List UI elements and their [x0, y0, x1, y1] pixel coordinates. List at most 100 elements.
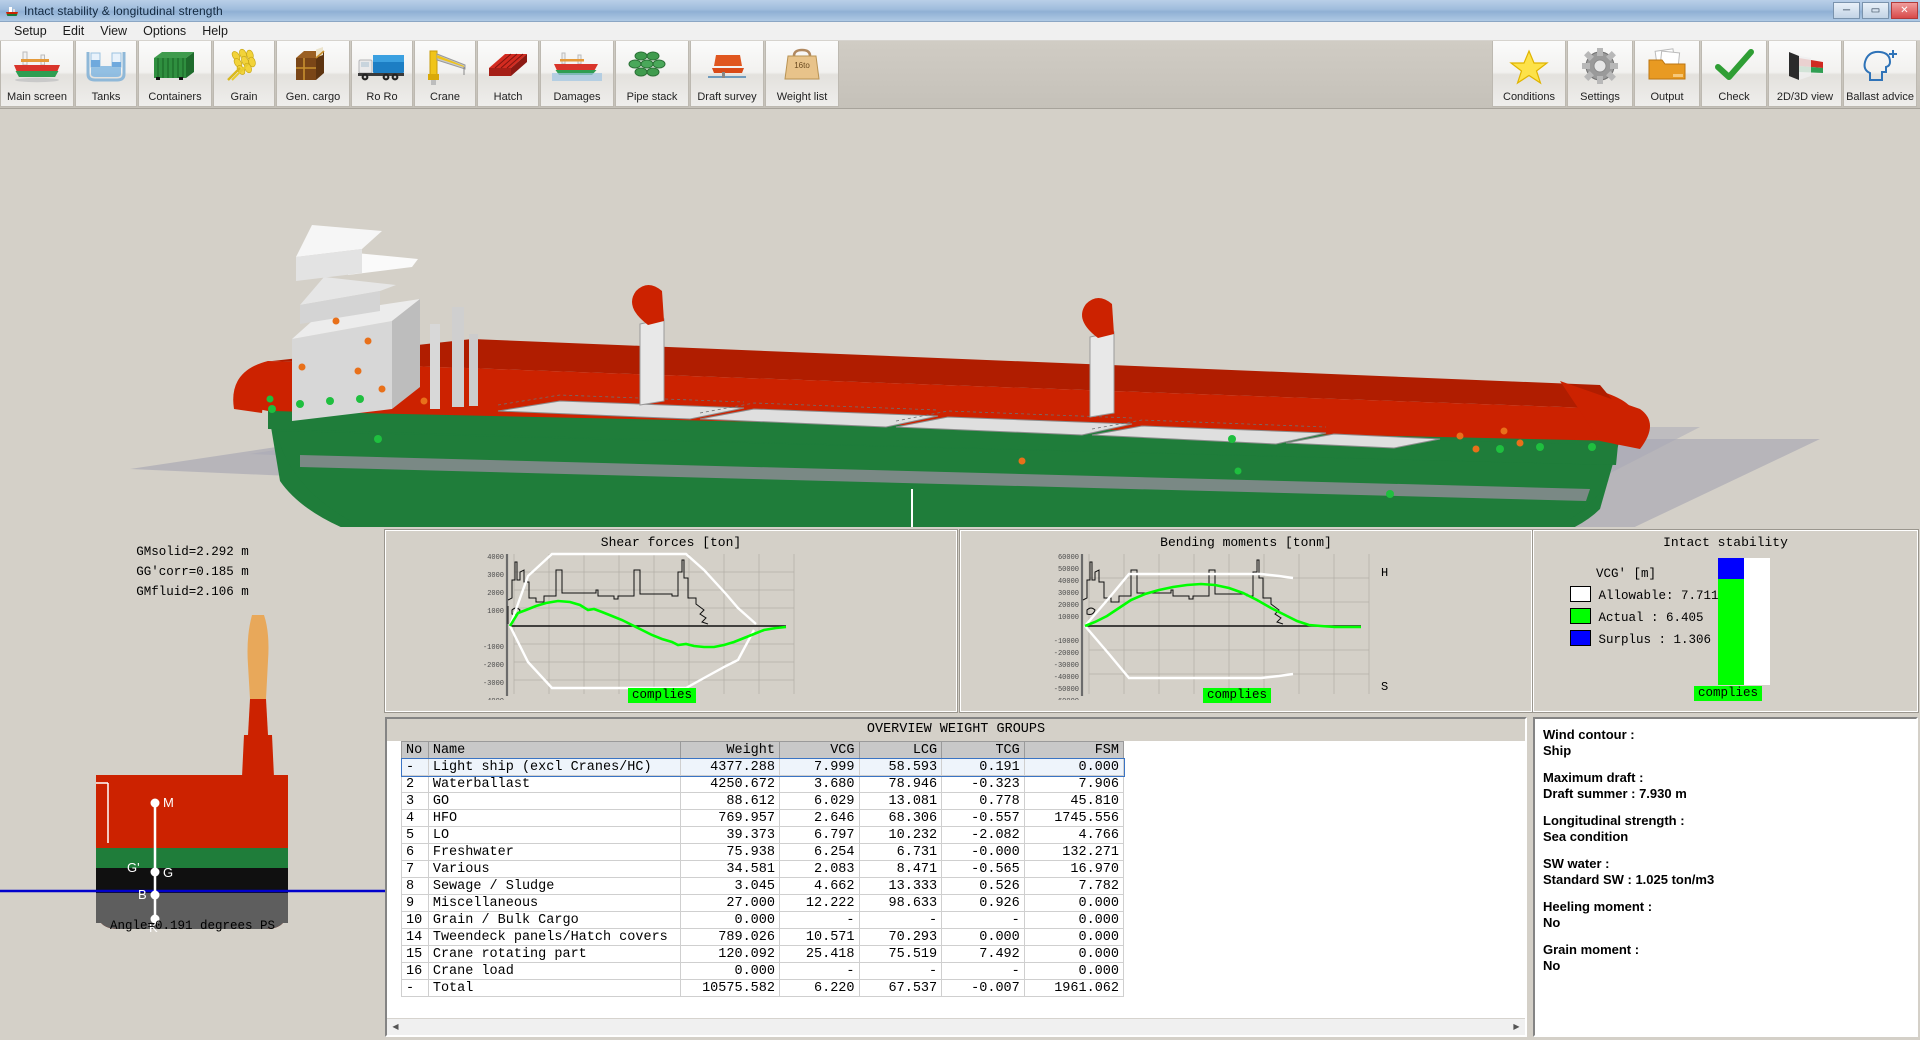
- svg-text:1000: 1000: [487, 608, 504, 616]
- column-header-fsm[interactable]: FSM: [1023, 741, 1125, 759]
- legend-row-allowable: Allowable: 7.711: [1570, 586, 1719, 603]
- table-row[interactable]: 9 Miscellaneous 27.000 12.222 98.633 0.926 0.0…: [401, 894, 1125, 912]
- container-icon: [139, 41, 211, 91]
- ship-3d-view[interactable]: [0, 109, 1920, 527]
- menu-item-view[interactable]: View: [92, 23, 135, 39]
- shear-forces-chart[interactable]: Shear forces [ton] 4000 3000 2000 1000 -…: [384, 529, 958, 713]
- toolbar-button-pipe-stack[interactable]: Pipe stack: [615, 41, 689, 107]
- table-row[interactable]: 8 Sewage / Sludge 3.045 4.662 13.333 0.526 7.7…: [401, 877, 1125, 895]
- table-row[interactable]: 2 Waterballast 4250.672 3.680 78.946 -0.323 7.…: [401, 775, 1125, 793]
- vcg-bar-surplus: [1718, 558, 1744, 579]
- window-controls[interactable]: ─ ▭ ✕: [1833, 2, 1918, 19]
- cell-weight: 88.612: [679, 792, 780, 810]
- svg-text:20000: 20000: [1058, 602, 1079, 610]
- toolbar-button-2d3d-view[interactable]: 2D/3D view: [1768, 41, 1842, 107]
- weight-table-body[interactable]: - Light ship (excl Cranes/HC) 4377.288 7.99…: [400, 757, 1125, 997]
- info-label: SW water :: [1543, 856, 1610, 871]
- cell-lcg: 68.306: [858, 809, 943, 827]
- table-row[interactable]: 3 GO 88.612 6.029 13.081 0.778 45.810: [401, 792, 1125, 810]
- cell-tcg: 0.000: [941, 928, 1025, 946]
- toolbar-button-check[interactable]: Check: [1701, 41, 1767, 107]
- table-row[interactable]: - Light ship (excl Cranes/HC) 4377.288 7.99…: [400, 757, 1125, 777]
- maximize-button[interactable]: ▭: [1862, 2, 1889, 19]
- cell-no: 6: [401, 843, 429, 861]
- grain-icon: [214, 41, 274, 91]
- toolbar-button-containers[interactable]: Containers: [138, 41, 212, 107]
- cell-tcg: -0.557: [941, 809, 1025, 827]
- table-row[interactable]: - Total 10575.582 6.220 67.537 -0.007 1961.062: [401, 979, 1125, 997]
- info-label: Heeling moment :: [1543, 899, 1653, 914]
- menu-bar[interactable]: Setup Edit View Options Help: [0, 22, 1920, 41]
- info-value: No: [1543, 915, 1561, 930]
- table-row[interactable]: 6 Freshwater 75.938 6.254 6.731 -0.000 132.271: [401, 843, 1125, 861]
- weight-groups-table[interactable]: No Name Weight VCG LCG TCG FSM - Light sh…: [400, 741, 1125, 997]
- toolbar-label: Main screen: [7, 91, 67, 103]
- column-header-weight[interactable]: Weight: [679, 741, 780, 759]
- toolbar-button-crane[interactable]: Crane: [414, 41, 476, 107]
- toolbar-button-hatch[interactable]: Hatch: [477, 41, 539, 107]
- column-header-vcg[interactable]: VCG: [778, 741, 860, 759]
- toolbar-button-damages[interactable]: Damages: [540, 41, 614, 107]
- checkmark-icon: [1702, 41, 1766, 91]
- star-icon: [1493, 41, 1565, 91]
- toolbar-button-ballast-advice[interactable]: Ballast advice: [1843, 41, 1917, 107]
- toolbar-label: Ro Ro: [366, 91, 398, 103]
- table-row[interactable]: 14 Tweendeck panels/Hatch covers 789.026 10…: [401, 928, 1125, 946]
- menu-item-edit[interactable]: Edit: [55, 23, 93, 39]
- ship-3d-render: [130, 225, 1820, 527]
- intact-stability-panel[interactable]: Intact stability VCG' [m] Allowable: 7.7…: [1532, 529, 1919, 713]
- toolbar-label: Grain: [230, 91, 258, 103]
- column-header-name[interactable]: Name: [427, 741, 681, 759]
- weight-table-title: OVERVIEW WEIGHT GROUPS: [387, 719, 1525, 741]
- table-row[interactable]: 16 Crane load 0.000- - -0.000: [401, 962, 1125, 980]
- cell-tcg: -: [941, 911, 1025, 929]
- menu-item-help[interactable]: Help: [194, 23, 236, 39]
- cell-no: 3: [401, 792, 429, 810]
- column-header-lcg[interactable]: LCG: [858, 741, 943, 759]
- toolbar-button-tanks[interactable]: Tanks: [75, 41, 137, 107]
- toolbar-button-weight-list[interactable]: 16to Weight list: [765, 41, 839, 107]
- info-value: Sea condition: [1543, 829, 1629, 844]
- weight-groups-table-panel[interactable]: OVERVIEW WEIGHT GROUPS No Name Weight VC…: [385, 717, 1527, 1037]
- toolbar-button-output[interactable]: Output: [1634, 41, 1700, 107]
- cell-fsm: 1961.062: [1023, 979, 1125, 997]
- table-row[interactable]: 10 Grain / Bulk Cargo 0.000- - -0.000: [401, 911, 1125, 929]
- column-header-no[interactable]: No: [401, 741, 429, 759]
- bending-moments-chart[interactable]: Bending moments [tonm] 60000 50000 40000…: [959, 529, 1533, 713]
- menu-item-setup[interactable]: Setup: [6, 23, 55, 39]
- cell-tcg: 0.926: [941, 894, 1025, 912]
- toolbar-button-draft-survey[interactable]: Draft survey: [690, 41, 764, 107]
- main-toolbar: Main screen Tanks Containers Grain Gen. …: [0, 41, 1920, 109]
- table-row[interactable]: 15 Crane rotating part 120.092 25.418 75.519…: [401, 945, 1125, 963]
- column-header-tcg[interactable]: TCG: [941, 741, 1025, 759]
- toolbar-button-main-screen[interactable]: Main screen: [0, 41, 74, 107]
- cell-no: 2: [401, 775, 429, 793]
- scroll-left-arrow[interactable]: ◀: [387, 1019, 404, 1035]
- pipes-icon: [616, 41, 688, 91]
- svg-text:-2000: -2000: [483, 662, 504, 670]
- minimize-button[interactable]: ─: [1833, 2, 1860, 19]
- legend-row-actual: Actual : 6.405: [1570, 608, 1719, 625]
- crate-icon: [277, 41, 349, 91]
- legend-swatch-allowable: [1570, 586, 1591, 602]
- cell-lcg: 75.519: [858, 945, 943, 963]
- cell-lcg: -: [858, 962, 943, 980]
- cell-fsm: 0.000: [1023, 962, 1125, 980]
- toolbar-button-settings[interactable]: Settings: [1567, 41, 1633, 107]
- window-titlebar: Intact stability & longitudinal strength…: [0, 0, 1920, 22]
- scroll-right-arrow[interactable]: ▶: [1508, 1019, 1525, 1035]
- toolbar-button-conditions[interactable]: Conditions: [1492, 41, 1566, 107]
- close-button[interactable]: ✕: [1891, 2, 1918, 19]
- table-row[interactable]: 7 Various 34.581 2.083 8.471 -0.565 16.970: [401, 860, 1125, 878]
- lower-content-area: GMsolid=2.292 m GG'corr=0.185 m GMfluid=…: [0, 527, 1920, 1040]
- toolbar-button-gen-cargo[interactable]: Gen. cargo: [276, 41, 350, 107]
- cell-fsm: 132.271: [1023, 843, 1125, 861]
- table-horizontal-scrollbar[interactable]: ◀ ▶: [387, 1018, 1525, 1035]
- cell-lcg: 8.471: [858, 860, 943, 878]
- cell-no: 9: [401, 894, 429, 912]
- toolbar-button-grain[interactable]: Grain: [213, 41, 275, 107]
- toolbar-button-roro[interactable]: Ro Ro: [351, 41, 413, 107]
- menu-item-options[interactable]: Options: [135, 23, 194, 39]
- table-row[interactable]: 5 LO 39.373 6.797 10.232 -2.082 4.766: [401, 826, 1125, 844]
- table-row[interactable]: 4 HFO 769.957 2.646 68.306 -0.557 1745.556: [401, 809, 1125, 827]
